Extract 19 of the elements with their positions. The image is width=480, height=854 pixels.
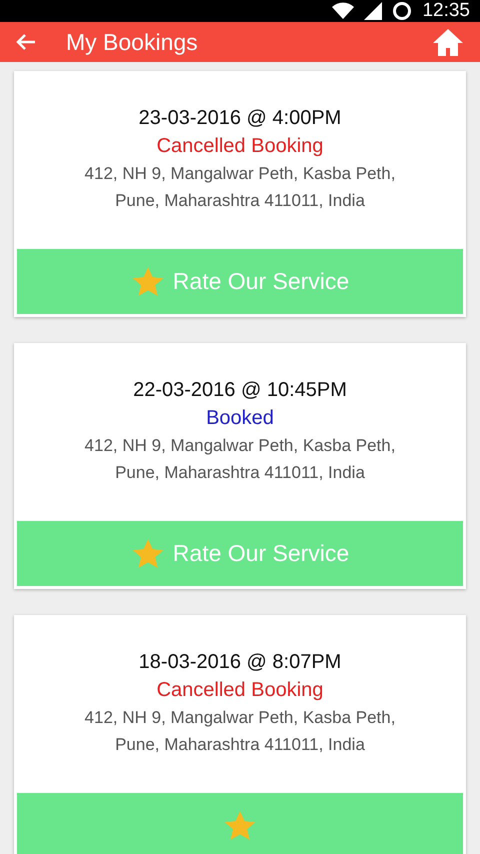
rate-service-button[interactable]: Rate Our Service: [17, 249, 463, 314]
booking-datetime: 22-03-2016 @ 10:45PM: [133, 379, 347, 402]
screen-title: My Bookings: [66, 28, 199, 56]
wifi-icon: [332, 2, 354, 20]
booking-status: Cancelled Booking: [156, 679, 324, 702]
booking-datetime: 23-03-2016 @ 4:00PM: [138, 107, 342, 130]
sync-icon: [392, 1, 412, 21]
booking-address: 412, NH 9, Mangalwar Peth, Kasba Peth, Pune, Maharashtra 411011, India: [84, 707, 396, 756]
booking-address: 412, NH 9, Mangalwar Peth, Kasba Peth, Pune, Maharashtra 411011, India: [84, 163, 396, 212]
booking-datetime: 18-03-2016 @ 8:07PM: [138, 651, 342, 674]
star-icon: [130, 264, 165, 298]
rate-service-button[interactable]: Rate Our Service: [17, 521, 463, 586]
status-time: 12:35: [422, 0, 470, 22]
booking-status: Cancelled Booking: [156, 135, 324, 158]
booking-address: 412, NH 9, Mangalwar Peth, Kasba Peth, Pune, Maharashtra 411011, India: [84, 435, 396, 484]
star-icon: [223, 808, 257, 842]
star-icon: [130, 536, 165, 570]
signal-icon: [364, 2, 382, 20]
booking-status: Booked: [206, 407, 274, 430]
